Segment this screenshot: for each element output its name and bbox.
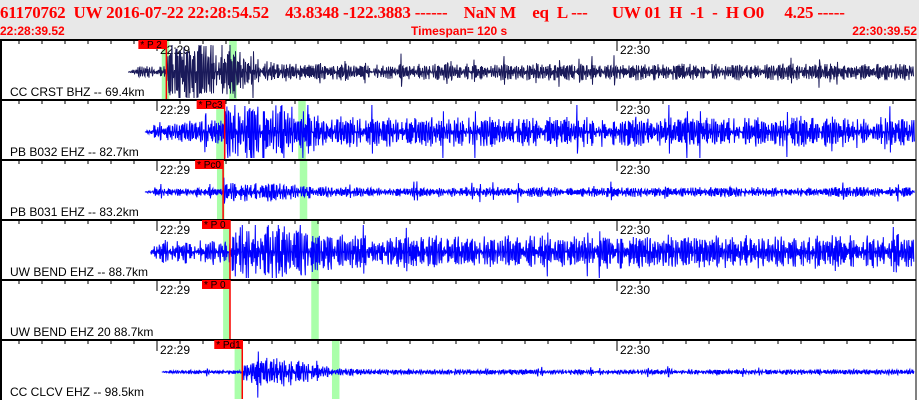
seismogram-trace — [150, 224, 915, 279]
time-tick-label: 22:29 — [160, 223, 190, 237]
time-tick-label: 22:29 — [160, 103, 190, 117]
start-time: 22:28:39.52 — [0, 24, 65, 38]
pick-label: * Pd1 — [216, 340, 241, 351]
channel-panel[interactable]: 22:29 22:30 * Pc0 PB B031 EHZ -- 83.2km — [0, 159, 916, 219]
seismogram-trace — [144, 177, 915, 204]
pick-flag[interactable]: * Pc0 — [195, 160, 224, 171]
channel-panel[interactable]: 22:29 22:30 * P 0 UW BEND EHZ -- 88.7km — [0, 219, 916, 279]
phase-window — [311, 280, 319, 339]
pick-label: * P 0 — [204, 280, 226, 291]
time-tick-label: 22:30 — [620, 43, 650, 57]
time-tick-label: 22:30 — [620, 103, 650, 117]
time-tick-label: 22:30 — [620, 343, 650, 357]
timespan: Timespan= 120 s — [411, 24, 508, 38]
pick-label: * P 2 — [140, 40, 162, 51]
end-time: 22:30:39.52 — [852, 24, 917, 38]
pick-label: * Pc3 — [199, 100, 223, 111]
channel-panel[interactable]: 22:29 22:30* P 2CC CRST BHZ -- 69.4km — [0, 39, 916, 99]
station-label: PB B032 EHZ -- 82.7km — [10, 145, 139, 159]
time-tick-label: 22:29 — [160, 283, 190, 297]
seismogram-trace — [144, 104, 915, 159]
event-summary: 61170762 UW 2016-07-22 22:28:54.52 43.83… — [0, 3, 845, 22]
station-label: CC CRST BHZ -- 69.4km — [10, 85, 144, 99]
event-header: 61170762 UW 2016-07-22 22:28:54.52 43.83… — [0, 0, 919, 39]
pick-label: * Pc0 — [197, 160, 221, 171]
pick-flag[interactable]: * Pd1 — [214, 340, 243, 351]
station-label: UW BEND EHZ 20 88.7km — [10, 325, 153, 339]
station-label: CC CLCV EHZ -- 98.5km — [10, 385, 144, 399]
time-tick-label: 22:30 — [620, 223, 650, 237]
seismogram-trace — [161, 351, 915, 398]
phase-window — [331, 340, 340, 399]
time-tick-label: 22:30 — [620, 163, 650, 177]
time-tick-label: 22:29 — [160, 343, 190, 357]
channel-panel[interactable]: 22:29 22:30 * Pc3 PB B032 EHZ -- 82.7km — [0, 99, 916, 159]
station-label: PB B031 EHZ -- 83.2km — [10, 205, 139, 219]
pick-flag[interactable]: * Pc3 — [196, 100, 225, 111]
waveform-panels[interactable]: 22:29 22:30* P 2CC CRST BHZ -- 69.4km22:2… — [0, 39, 919, 400]
pick-label: * P 0 — [204, 220, 226, 231]
seismogram-trace — [128, 44, 914, 99]
time-tick-label: 22:29 — [160, 163, 190, 177]
time-tick-label: 22:30 — [620, 283, 650, 297]
channel-panel[interactable]: 22:29 22:30 * Pd1 CC CLCV EHZ -- 98.5km — [0, 339, 916, 399]
channel-panel[interactable]: 22:29 22:30 * P 0 UW BEND EHZ 20 88.7km — [0, 279, 916, 339]
station-label: UW BEND EHZ -- 88.7km — [10, 265, 148, 279]
